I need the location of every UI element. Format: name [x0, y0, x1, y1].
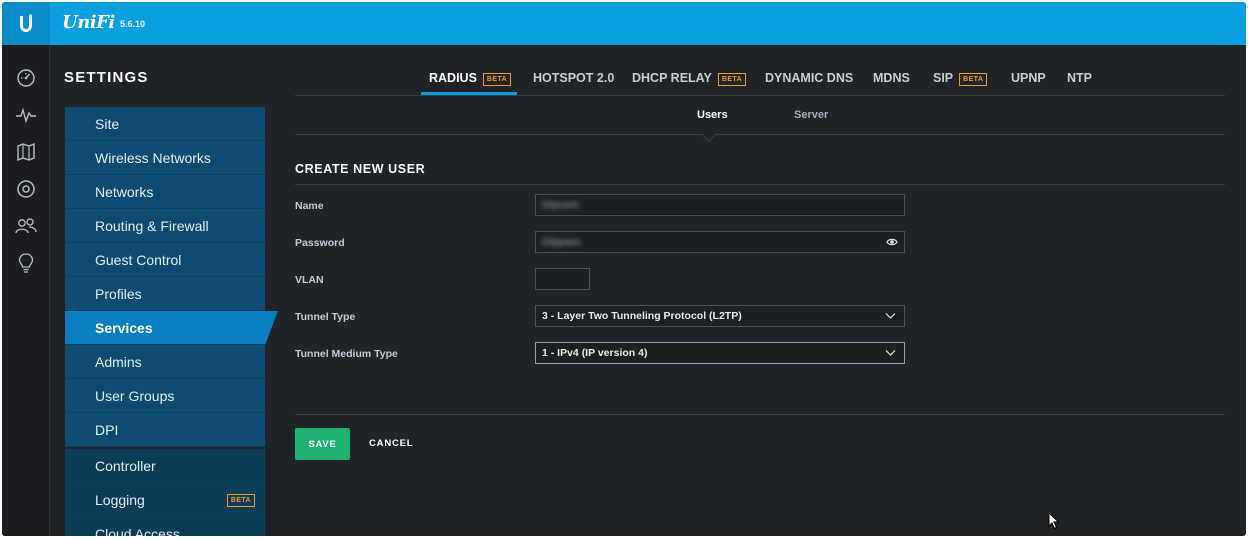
cancel-button[interactable]: CANCEL — [369, 438, 413, 449]
menu-item-networks[interactable]: Networks — [65, 175, 265, 209]
beta-badge: BETA — [226, 494, 255, 507]
settings-title: SETTINGS — [64, 69, 149, 86]
tab-dynamic-dns[interactable]: DYNAMIC DNS — [765, 71, 853, 85]
subtab-server[interactable]: Server — [794, 109, 828, 121]
tunnel-type-label: Tunnel Type — [295, 311, 356, 323]
menu-item-wireless-networks[interactable]: Wireless Networks — [65, 141, 265, 175]
mouse-cursor-icon — [1048, 512, 1060, 530]
tab-hotspot[interactable]: HOTSPOT 2.0 — [533, 71, 614, 85]
tunnel-medium-label: Tunnel Medium Type — [295, 348, 398, 360]
statistics-icon[interactable] — [14, 103, 38, 127]
active-tab-indicator — [421, 92, 517, 95]
name-field[interactable]: l2tpuser — [535, 194, 905, 216]
menu-item-services[interactable]: Services — [65, 311, 278, 345]
menu-item-routing-firewall[interactable]: Routing & Firewall — [65, 209, 265, 243]
tab-dhcp-relay[interactable]: DHCP RELAY BETA — [632, 71, 747, 86]
password-value: l2tppass — [542, 236, 582, 248]
active-subtab-caret — [701, 127, 717, 143]
settings-menu: Site Wireless Networks Networks Routing … — [65, 107, 278, 536]
tab-radius[interactable]: RADIUS BETA — [429, 71, 512, 86]
insights-icon[interactable] — [14, 251, 38, 275]
vlan-field[interactable] — [535, 268, 590, 290]
menu-item-logging[interactable]: Logging BETA — [65, 483, 265, 517]
tab-mdns[interactable]: MDNS — [873, 71, 910, 85]
menu-item-logging-label: Logging — [95, 492, 145, 508]
menu-item-dpi[interactable]: DPI — [65, 413, 265, 447]
ubiquiti-icon — [20, 14, 32, 32]
top-bar: UniFi 5.6.10 — [2, 2, 1246, 45]
menu-item-guest-control[interactable]: Guest Control — [65, 243, 265, 277]
menu-item-admins[interactable]: Admins — [65, 345, 265, 379]
tunnel-type-value: 3 - Layer Two Tunneling Protocol (L2TP) — [542, 310, 742, 322]
tunnel-medium-value: 1 - IPv4 (IP version 4) — [542, 347, 648, 359]
map-icon[interactable] — [14, 140, 38, 164]
tunnel-type-select[interactable]: 3 - Layer Two Tunneling Protocol (L2TP) — [535, 305, 905, 327]
tab-radius-label: RADIUS — [429, 71, 477, 85]
chevron-down-icon — [885, 313, 896, 319]
divider — [295, 184, 1225, 185]
tab-ntp[interactable]: NTP — [1067, 71, 1092, 85]
password-label: Password — [295, 237, 345, 249]
chevron-down-icon — [885, 350, 896, 356]
tab-sip[interactable]: SIP BETA — [933, 71, 988, 86]
save-button[interactable]: SAVE — [295, 428, 350, 460]
radius-subtabs: Users Server — [295, 97, 1225, 143]
tunnel-medium-select[interactable]: 1 - IPv4 (IP version 4) — [535, 342, 905, 364]
icon-rail — [2, 45, 50, 536]
vlan-label: VLAN — [295, 274, 324, 286]
dashboard-icon[interactable] — [14, 66, 38, 90]
tab-sip-label: SIP — [933, 71, 954, 85]
menu-item-controller[interactable]: Controller — [65, 449, 265, 483]
menu-item-site[interactable]: Site — [65, 107, 265, 141]
divider — [295, 414, 1225, 415]
tab-dhcp-relay-label: DHCP RELAY — [632, 71, 712, 85]
services-tabs: RADIUS BETA HOTSPOT 2.0 DHCP RELAY BETA DY… — [295, 62, 1225, 96]
version-label: 5.6.10 — [120, 19, 146, 29]
beta-badge: BETA — [959, 73, 988, 86]
devices-icon[interactable] — [14, 177, 38, 201]
name-value: l2tpuser — [542, 199, 580, 211]
menu-item-user-groups[interactable]: User Groups — [65, 379, 265, 413]
brand-name: UniFi — [62, 12, 115, 33]
name-label: Name — [295, 200, 324, 212]
show-password-icon[interactable] — [886, 237, 898, 247]
app-window: UniFi 5.6.10 SETTINGS Site Wireless Netw… — [2, 2, 1246, 536]
beta-badge: BETA — [482, 73, 512, 86]
menu-item-profiles[interactable]: Profiles — [65, 277, 265, 311]
clients-icon[interactable] — [14, 214, 38, 238]
password-field[interactable]: l2tppass — [535, 231, 905, 253]
menu-item-cloud-access[interactable]: Cloud Access — [65, 517, 265, 536]
ubiquiti-logo[interactable] — [2, 2, 50, 45]
beta-badge: BETA — [717, 73, 747, 86]
tab-upnp[interactable]: UPNP — [1011, 71, 1046, 85]
form-title: CREATE NEW USER — [295, 162, 426, 176]
subtab-users[interactable]: Users — [697, 109, 728, 121]
